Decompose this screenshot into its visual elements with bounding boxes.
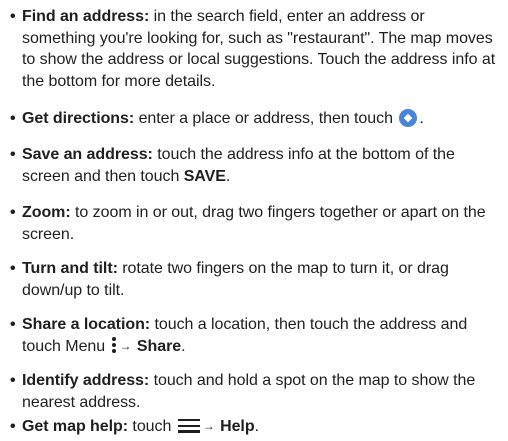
help-label: Help (220, 418, 255, 435)
item-title: Save an address: (22, 146, 153, 163)
list-item-zoom: • Zoom: to zoom in or out, drag two fing… (10, 202, 502, 245)
item-text: to zoom in or out, drag two fingers toge… (22, 204, 486, 243)
directions-icon (399, 108, 418, 127)
bullet: • (10, 146, 16, 163)
save-label: SAVE (183, 167, 226, 185)
item-title: Share a location: (22, 316, 151, 333)
item-end: . (181, 337, 186, 355)
item-end: . (419, 110, 424, 127)
item-title: Get directions: (22, 110, 135, 127)
list-item-save-address: • Save an address: touch the address inf… (10, 144, 502, 187)
bullet: • (10, 204, 16, 221)
item-title: Turn and tilt: (22, 260, 118, 277)
item-text: enter a place or address, then touch (134, 110, 398, 127)
list-item-identify-address: • Identify address: touch and hold a spo… (10, 370, 502, 413)
list-item-share-location: • Share a location: touch a location, th… (10, 314, 502, 358)
bullet: • (10, 110, 16, 127)
menu-more-icon (111, 337, 117, 354)
item-title: Find an address: (22, 8, 150, 25)
hamburger-menu-icon (177, 418, 200, 433)
bullet: • (10, 418, 16, 435)
bullet: • (10, 316, 16, 333)
bullet: • (10, 372, 16, 389)
item-title: Get map help: (22, 418, 129, 435)
item-end: . (254, 418, 259, 435)
arrow-icon: → (119, 338, 132, 353)
list-item-find-address: • Find an address: in the search field, … (10, 6, 502, 92)
item-title: Zoom: (22, 204, 71, 221)
bullet: • (10, 8, 16, 25)
list-item-get-directions: • Get directions: enter a place or addre… (10, 108, 502, 130)
item-text: touch (128, 418, 176, 435)
list-item-turn-tilt: • Turn and tilt: rotate two fingers on t… (10, 258, 502, 301)
list-item-map-help: • Get map help: touch → Help. (10, 416, 502, 439)
bullet: • (10, 260, 16, 277)
share-label: Share (136, 337, 182, 355)
instructions-list: • Find an address: in the search field, … (0, 0, 508, 441)
arrow-icon: → (202, 419, 215, 433)
item-title: Identify address: (22, 372, 150, 389)
item-end: . (225, 167, 231, 185)
